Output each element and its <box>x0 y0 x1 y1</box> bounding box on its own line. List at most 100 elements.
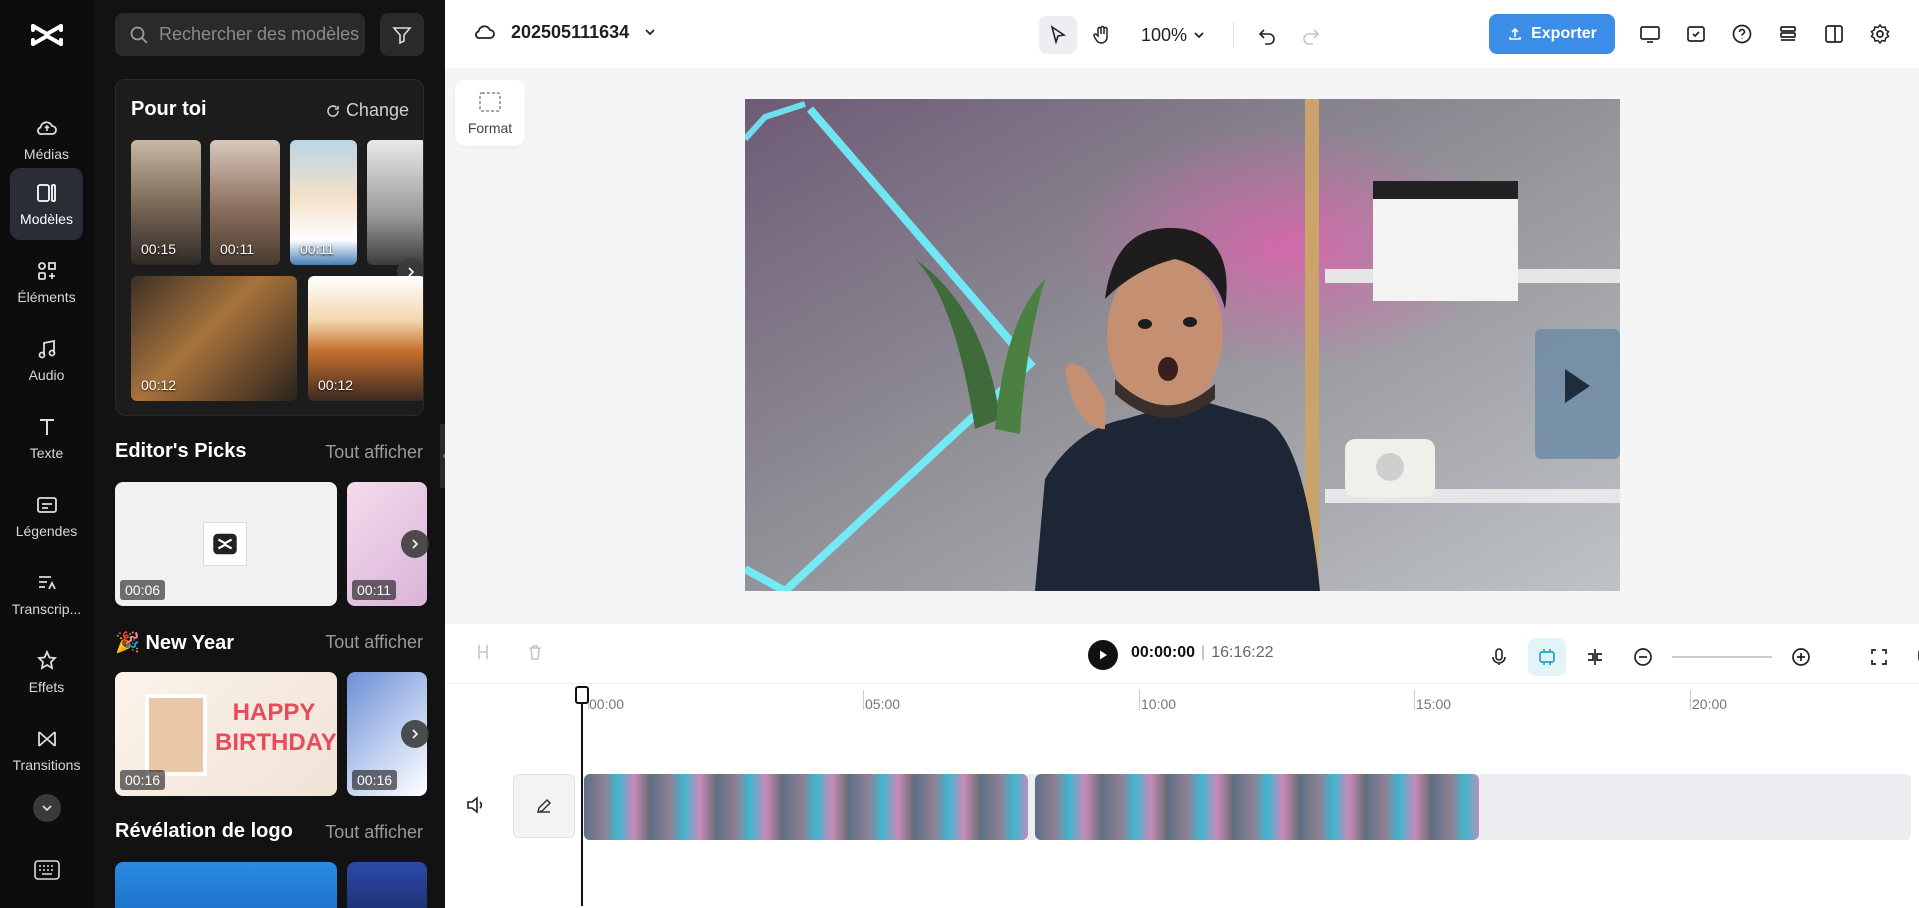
record-voice-button[interactable] <box>1480 638 1518 676</box>
help-button[interactable] <box>1723 15 1761 53</box>
play-button[interactable] <box>1088 640 1118 670</box>
rail-item-transcription[interactable]: Transcrip... <box>10 558 83 630</box>
hand-tool-button[interactable] <box>1083 16 1121 54</box>
rail-label: Médias <box>23 146 70 162</box>
export-button[interactable]: Exporter <box>1489 14 1615 54</box>
template-card[interactable]: HAPPY BIRTHDAY 00:16 <box>115 672 337 796</box>
zoom-dropdown[interactable]: 100% <box>1127 25 1219 46</box>
magnet-button[interactable] <box>1528 638 1566 676</box>
redo-icon <box>1303 29 1320 45</box>
video-clip[interactable] <box>584 774 1028 840</box>
captions-icon <box>36 497 57 513</box>
cloud-icon <box>36 121 57 135</box>
capcut-logo-icon[interactable] <box>30 20 64 50</box>
stack-icon <box>1780 26 1796 41</box>
canvas-tools: 100% <box>1039 16 1330 54</box>
template-card[interactable]: 00:06 <box>115 482 337 606</box>
rail-label: Légendes <box>15 523 78 539</box>
video-preview[interactable] <box>745 99 1620 591</box>
help-icon <box>1732 24 1752 44</box>
present-button[interactable] <box>1631 15 1669 53</box>
layout-button[interactable] <box>1815 15 1853 53</box>
check-badge-icon <box>1687 26 1705 42</box>
split-icon[interactable] <box>473 642 493 662</box>
keyboard-icon[interactable] <box>34 860 60 880</box>
review-button[interactable] <box>1677 15 1715 53</box>
volume-icon[interactable] <box>465 794 487 816</box>
project-title[interactable]: 202505111634 <box>473 20 657 44</box>
undo-button[interactable] <box>1248 16 1286 54</box>
player-controls: 00:00:00 | 16:16:22 <box>445 624 1919 684</box>
next-arrow-button[interactable] <box>401 720 429 748</box>
search-input[interactable] <box>159 24 359 45</box>
undo-icon <box>1258 29 1275 45</box>
see-all-link[interactable]: Tout afficher <box>325 442 423 463</box>
change-button[interactable]: Change <box>326 100 409 121</box>
rail-item-modeles[interactable]: Modèles <box>10 168 83 240</box>
template-card[interactable] <box>347 862 427 908</box>
template-thumb[interactable] <box>367 140 423 265</box>
thumb-duration: 00:15 <box>141 241 177 257</box>
playhead[interactable] <box>581 686 583 906</box>
search-box[interactable] <box>115 13 365 56</box>
timeline-tools <box>1480 638 1919 676</box>
aspect-ratio-icon <box>479 92 501 112</box>
cover-edit-button[interactable] <box>513 774 575 838</box>
rail-item-texte[interactable]: Texte <box>10 402 83 474</box>
ruler-tick <box>1690 690 1691 710</box>
format-label: Format <box>467 120 513 136</box>
rail-item-medias[interactable]: Médias <box>10 103 83 175</box>
timecode-separator: | <box>1201 644 1206 661</box>
zoom-in-button[interactable] <box>1782 638 1820 676</box>
rail-item-effets[interactable]: Effets <box>10 636 83 708</box>
layers-button[interactable] <box>1769 15 1807 53</box>
timeline-zoom-slider[interactable] <box>1672 656 1772 658</box>
template-thumb[interactable]: 00:12 <box>308 276 423 401</box>
rail-item-transitions[interactable]: Transitions <box>10 714 83 786</box>
zoom-out-button[interactable] <box>1624 638 1662 676</box>
ruler-label: 20:00 <box>1692 696 1728 712</box>
select-tool-button[interactable] <box>1039 16 1077 54</box>
rail-label: Texte <box>29 445 64 461</box>
card-duration: 00:16 <box>120 770 166 790</box>
thumb-duration: 00:11 <box>300 241 334 257</box>
filter-button[interactable] <box>380 13 424 56</box>
template-thumb[interactable]: 00:15 <box>131 140 201 265</box>
captions-toggle-button[interactable] <box>1908 638 1919 676</box>
rail-item-elements[interactable]: Éléments <box>10 246 83 318</box>
redo-button[interactable] <box>1292 16 1330 54</box>
templates-icon <box>36 184 56 202</box>
format-button[interactable]: Format <box>455 80 525 146</box>
slider-knob[interactable] <box>1672 652 1682 662</box>
template-card[interactable] <box>115 862 337 908</box>
template-thumb[interactable]: 00:11 <box>290 140 357 265</box>
chevron-down-icon <box>1194 32 1204 39</box>
trash-icon[interactable] <box>525 642 545 662</box>
see-all-link[interactable]: Tout afficher <box>325 632 423 653</box>
see-all-link[interactable]: Tout afficher <box>325 822 423 843</box>
export-label: Exporter <box>1531 25 1597 42</box>
hand-icon <box>1093 25 1108 44</box>
section-title-new-year: 🎉 New Year <box>115 632 235 654</box>
for-you-title: Pour toi <box>131 98 207 120</box>
ruler-label: 05:00 <box>865 696 901 712</box>
rail-item-legendes[interactable]: Légendes <box>10 480 83 552</box>
total-time: 16:16:22 <box>1211 644 1274 661</box>
next-arrow-button[interactable] <box>401 530 429 558</box>
timecode: 00:00:00 | 16:16:22 <box>1131 644 1273 662</box>
rail-label: Audio <box>28 367 65 383</box>
rail-label: Transitions <box>12 757 81 773</box>
zoom-in-icon <box>1792 648 1810 666</box>
rail-item-audio[interactable]: Audio <box>10 324 83 396</box>
split-track-button[interactable] <box>1576 638 1614 676</box>
template-thumb[interactable]: 00:12 <box>131 276 297 401</box>
ruler-label: 00:00 <box>589 696 625 712</box>
fullscreen-button[interactable] <box>1860 638 1898 676</box>
playhead-handle[interactable] <box>575 686 589 704</box>
template-thumb[interactable]: 00:11 <box>210 140 280 265</box>
rail-expand-button[interactable] <box>33 794 61 822</box>
settings-button[interactable] <box>1861 15 1899 53</box>
split-track-icon <box>1588 649 1602 665</box>
video-clip[interactable] <box>1035 774 1479 840</box>
timeline[interactable]: 00:00 05:00 10:00 15:00 20:00 <box>445 684 1919 908</box>
